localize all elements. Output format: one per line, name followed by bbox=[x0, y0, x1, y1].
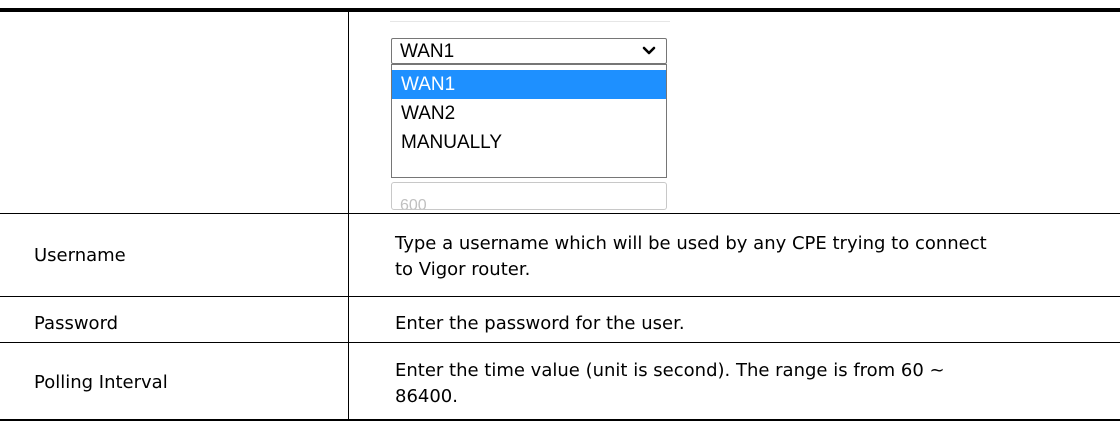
parameter-table: WAN1 WAN1 WAN2 MANUALLY 600 Username Typ… bbox=[0, 0, 1120, 424]
row-divider bbox=[0, 213, 1120, 214]
embedded-screenshot: WAN1 WAN1 WAN2 MANUALLY 600 bbox=[375, 12, 675, 210]
row-desc-polling-interval: Enter the time value (unit is second). T… bbox=[395, 360, 945, 407]
row-desc-password: Enter the password for the user. bbox=[395, 313, 685, 334]
row-divider bbox=[0, 296, 1120, 297]
row-label-username: Username bbox=[34, 245, 126, 266]
wan-select-value: WAN1 bbox=[400, 41, 455, 62]
wan-select[interactable]: WAN1 bbox=[391, 38, 667, 64]
option-manually[interactable]: MANUALLY bbox=[392, 128, 666, 157]
row-label-password: Password bbox=[34, 313, 119, 334]
row-label-polling-interval: Polling Interval bbox=[34, 372, 168, 393]
chevron-down-icon bbox=[642, 46, 656, 55]
interval-input[interactable]: 600 bbox=[391, 182, 667, 210]
wan-dropdown-list: WAN1 WAN2 MANUALLY bbox=[391, 64, 667, 178]
cropped-field-edge bbox=[390, 21, 670, 22]
row-divider bbox=[0, 342, 1120, 343]
row-desc-username: Type a username which will be used by an… bbox=[395, 233, 987, 280]
column-divider bbox=[348, 12, 349, 419]
table-bottom-rule bbox=[0, 419, 1120, 421]
interval-input-value: 600 bbox=[400, 197, 427, 210]
option-wan1[interactable]: WAN1 bbox=[392, 70, 666, 99]
option-wan2[interactable]: WAN2 bbox=[392, 99, 666, 128]
